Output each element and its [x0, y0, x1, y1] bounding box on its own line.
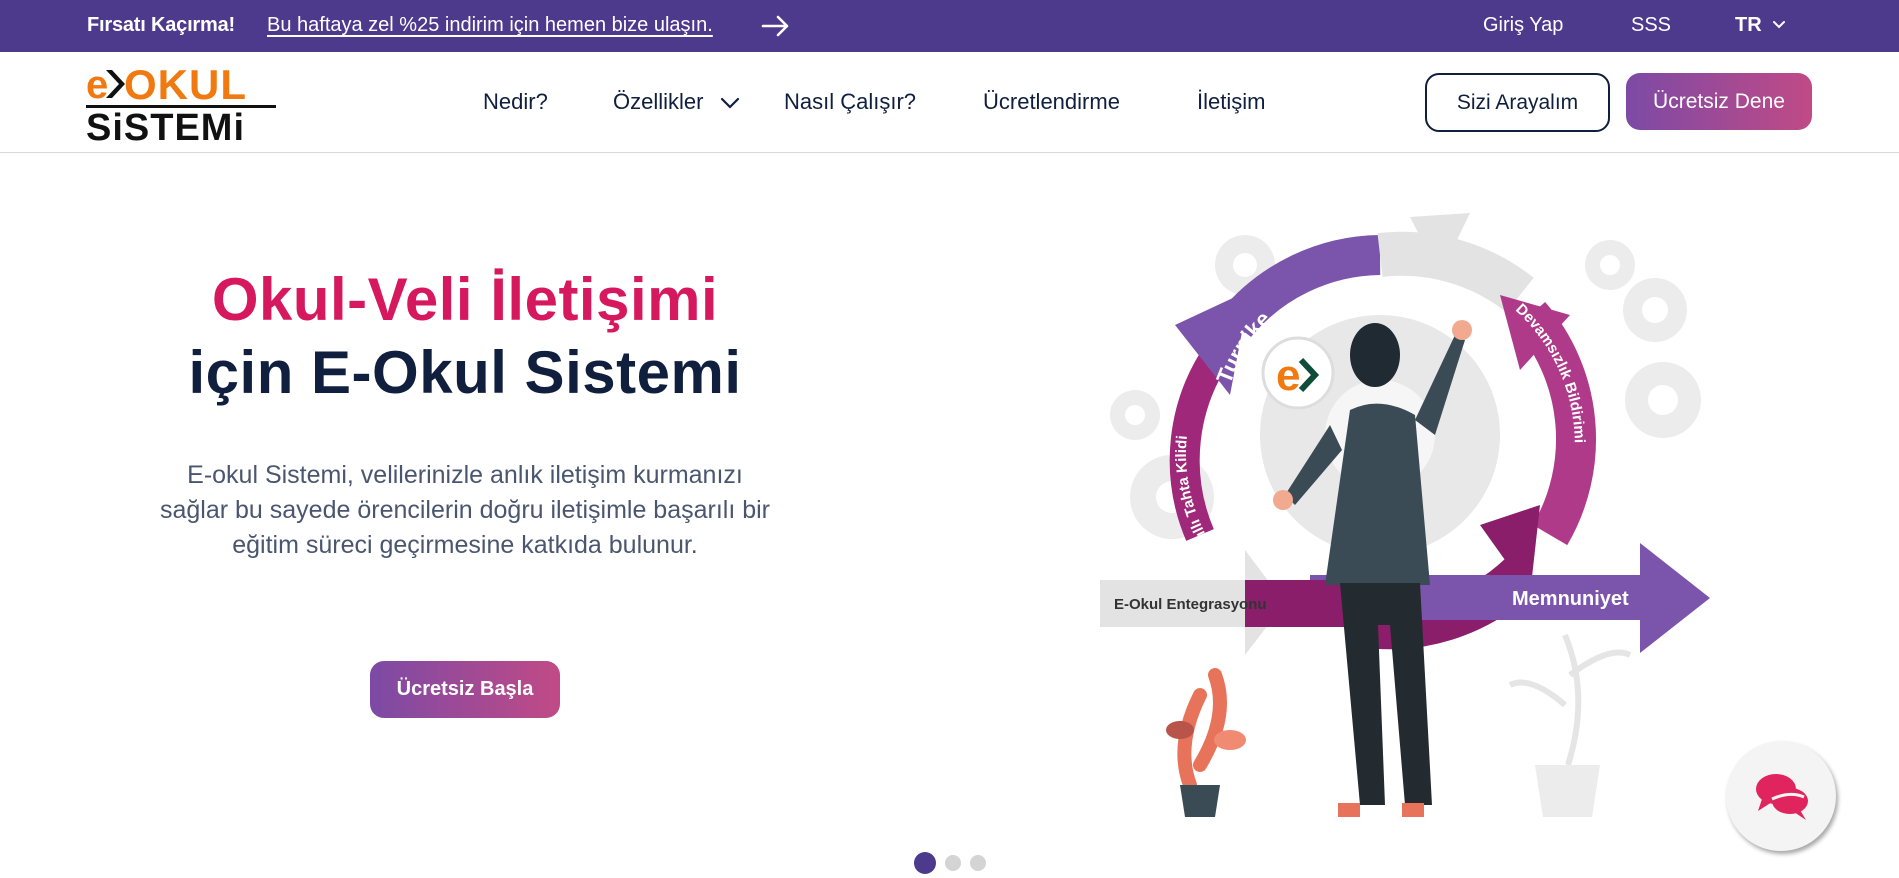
e-okul-logo[interactable]: e OKUL SiSTEMi	[86, 62, 278, 142]
promo-link[interactable]: Bu haftaya zel %25 indirim için hemen bi…	[267, 14, 713, 37]
nav-item-iletisim[interactable]: İletişim	[1197, 89, 1265, 115]
faq-link[interactable]: SSS	[1631, 14, 1671, 37]
chevron-down-icon[interactable]	[720, 96, 740, 110]
chat-bubbles-icon	[1756, 774, 1808, 820]
hero-description: E-okul Sistemi, velilerinizle anlık ilet…	[159, 461, 771, 559]
hero-title-line2: için E-Okul Sistemi	[188, 339, 742, 406]
logo-word-top: OKUL	[124, 62, 247, 108]
chat-button[interactable]	[1726, 741, 1836, 851]
nav-item-nasil-calisir[interactable]: Nasıl Çalışır?	[784, 89, 916, 115]
call-me-button[interactable]: Sizi Arayalım	[1425, 73, 1610, 132]
start-free-button[interactable]: Ücretsiz Başla	[370, 661, 560, 718]
chevron-down-icon[interactable]	[1772, 18, 1786, 32]
hero-title-line1: Okul-Veli İletişimi	[211, 266, 719, 333]
main-header: e OKUL SiSTEMi Nedir? Özellikler Nasıl Ç…	[0, 52, 1899, 153]
logo-letter: e	[86, 63, 108, 107]
slider-dot-3[interactable]	[970, 855, 986, 871]
arrow-right-icon[interactable]	[761, 14, 791, 38]
nav-item-ozellikler[interactable]: Özellikler	[613, 89, 703, 115]
promo-title: Fırsatı Kaçırma!	[87, 14, 235, 36]
label-e-okul-entegrasyonu: E-Okul Entegrasyonu	[1114, 596, 1267, 613]
hero-illustration: e Turnike Devamsızlık Bildirimi Akıllı T…	[1100, 213, 1710, 817]
illustration-badge: e	[1276, 351, 1300, 400]
nav-item-nedir[interactable]: Nedir?	[483, 89, 548, 115]
language-selector[interactable]: TR	[1735, 14, 1762, 37]
slider-dot-2[interactable]	[945, 855, 961, 871]
label-memnuniyet: Memnuniyet	[1512, 588, 1629, 610]
slider-dot-1[interactable]	[914, 852, 936, 874]
logo-word-bottom: SiSTEMi	[86, 107, 245, 142]
login-link[interactable]: Giriş Yap	[1483, 14, 1563, 37]
top-promo-bar: Fırsatı Kaçırma! Bu haftaya zel %25 indi…	[0, 0, 1899, 52]
free-trial-button[interactable]: Ücretsiz Dene	[1626, 73, 1812, 130]
nav-item-ucretlendirme[interactable]: Ücretlendirme	[983, 89, 1120, 115]
